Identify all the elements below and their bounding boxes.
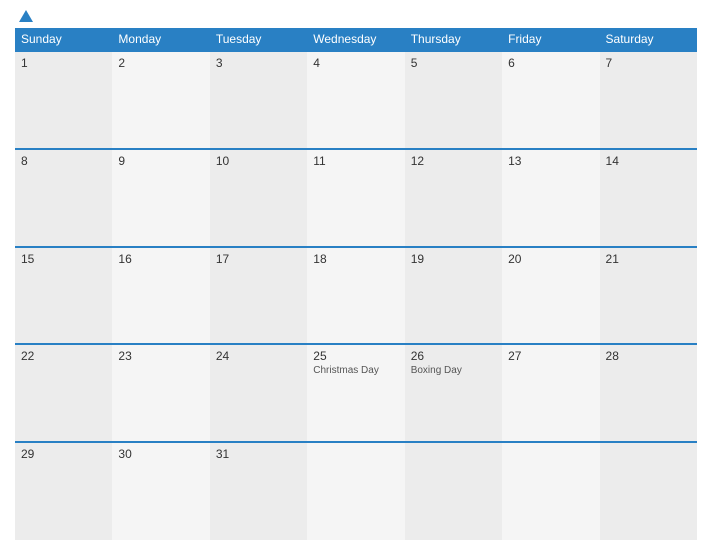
calendar-cell: 3 [210, 51, 307, 149]
day-number: 14 [606, 154, 691, 168]
day-number: 18 [313, 252, 398, 266]
day-number: 20 [508, 252, 593, 266]
calendar-cell: 17 [210, 247, 307, 345]
calendar-cell: 4 [307, 51, 404, 149]
calendar-cell: 10 [210, 149, 307, 247]
day-number: 31 [216, 447, 301, 461]
event-label: Boxing Day [411, 365, 496, 376]
calendar-cell: 27 [502, 344, 599, 442]
day-number: 22 [21, 349, 106, 363]
calendar-cell: 22 [15, 344, 112, 442]
day-number: 25 [313, 349, 398, 363]
calendar-cell: 16 [112, 247, 209, 345]
calendar-week-row: 22 23 24 25 Christmas Day 26 Boxing Day 27 28 [15, 344, 697, 442]
calendar-cell: 12 [405, 149, 502, 247]
calendar-cell: 14 [600, 149, 697, 247]
calendar-cell: 5 [405, 51, 502, 149]
day-number: 8 [21, 154, 106, 168]
logo-triangle-icon [19, 10, 33, 22]
calendar-cell: 28 [600, 344, 697, 442]
header-friday: Friday [502, 28, 599, 51]
calendar-week-row: 29 30 31 [15, 442, 697, 540]
calendar-week-row: 15 16 17 18 19 20 21 [15, 247, 697, 345]
calendar-cell: 13 [502, 149, 599, 247]
day-number: 28 [606, 349, 691, 363]
calendar-cell [600, 442, 697, 540]
calendar-cell: 21 [600, 247, 697, 345]
calendar-cell: 19 [405, 247, 502, 345]
event-label: Christmas Day [313, 365, 398, 376]
calendar-cell: 8 [15, 149, 112, 247]
header-tuesday: Tuesday [210, 28, 307, 51]
day-number: 7 [606, 56, 691, 70]
calendar-cell: 7 [600, 51, 697, 149]
day-number: 19 [411, 252, 496, 266]
header-thursday: Thursday [405, 28, 502, 51]
day-number: 12 [411, 154, 496, 168]
calendar-cell: 29 [15, 442, 112, 540]
day-number: 4 [313, 56, 398, 70]
logo-blue-text [15, 10, 33, 22]
day-number: 17 [216, 252, 301, 266]
header-monday: Monday [112, 28, 209, 51]
day-number: 1 [21, 56, 106, 70]
day-number: 16 [118, 252, 203, 266]
day-number: 5 [411, 56, 496, 70]
day-number: 10 [216, 154, 301, 168]
header-saturday: Saturday [600, 28, 697, 51]
header [15, 10, 697, 22]
day-number: 30 [118, 447, 203, 461]
weekday-header-row: Sunday Monday Tuesday Wednesday Thursday… [15, 28, 697, 51]
calendar-week-row: 1234567 [15, 51, 697, 149]
calendar-cell: 9 [112, 149, 209, 247]
calendar-cell: 30 [112, 442, 209, 540]
day-number: 3 [216, 56, 301, 70]
calendar-cell: 24 [210, 344, 307, 442]
calendar-cell: 15 [15, 247, 112, 345]
day-number: 2 [118, 56, 203, 70]
day-number: 9 [118, 154, 203, 168]
calendar-cell [307, 442, 404, 540]
day-number: 13 [508, 154, 593, 168]
header-wednesday: Wednesday [307, 28, 404, 51]
calendar-cell [502, 442, 599, 540]
header-sunday: Sunday [15, 28, 112, 51]
day-number: 21 [606, 252, 691, 266]
day-number: 6 [508, 56, 593, 70]
calendar-cell: 31 [210, 442, 307, 540]
calendar-cell: 6 [502, 51, 599, 149]
logo [15, 10, 33, 22]
day-number: 26 [411, 349, 496, 363]
calendar-cell: 25 Christmas Day [307, 344, 404, 442]
calendar-cell: 26 Boxing Day [405, 344, 502, 442]
calendar-cell: 2 [112, 51, 209, 149]
calendar-cell: 11 [307, 149, 404, 247]
day-number: 29 [21, 447, 106, 461]
day-number: 23 [118, 349, 203, 363]
calendar-page: Sunday Monday Tuesday Wednesday Thursday… [0, 0, 712, 550]
day-number: 24 [216, 349, 301, 363]
calendar-cell: 20 [502, 247, 599, 345]
day-number: 11 [313, 154, 398, 168]
calendar-table: Sunday Monday Tuesday Wednesday Thursday… [15, 28, 697, 540]
calendar-week-row: 89 10 11 12 13 14 [15, 149, 697, 247]
calendar-cell: 1 [15, 51, 112, 149]
day-number: 27 [508, 349, 593, 363]
calendar-cell: 23 [112, 344, 209, 442]
day-number: 15 [21, 252, 106, 266]
calendar-cell: 18 [307, 247, 404, 345]
calendar-cell [405, 442, 502, 540]
